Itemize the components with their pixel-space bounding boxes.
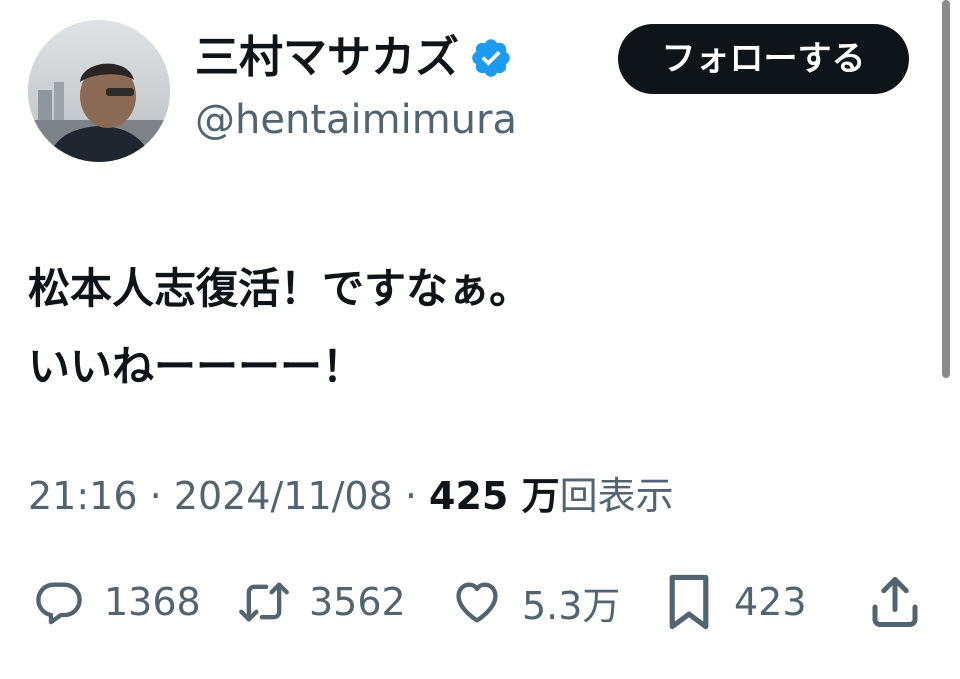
tweet-text: 松本人志復活！ですなぁ。 いいねーーーー！ <box>28 250 531 406</box>
meta-separator: · <box>137 474 174 518</box>
like-icon <box>456 582 498 623</box>
views-label: 回表示 <box>559 474 674 518</box>
tweet-time[interactable]: 21:16 <box>28 474 138 518</box>
repost-count: 3562 <box>309 580 406 624</box>
share-button[interactable] <box>864 570 926 634</box>
bookmark-button[interactable]: 423 <box>658 570 807 634</box>
bookmark-count: 423 <box>734 580 807 624</box>
share-icon <box>872 577 918 627</box>
display-name-text: 三村マサカズ <box>195 32 459 83</box>
tweet-line: 松本人志復活！ですなぁ。 <box>28 264 532 313</box>
display-name[interactable]: 三村マサカズ <box>195 30 513 86</box>
repost-icon <box>239 582 289 622</box>
avatar[interactable] <box>28 20 170 162</box>
tweet-meta: 21:16 · 2024/11/08 · 425 万回表示 <box>28 470 674 522</box>
scrollbar[interactable] <box>942 0 950 378</box>
tweet-date[interactable]: 2024/11/08 <box>174 474 393 518</box>
tweet-line: いいねーーーー！ <box>28 342 365 391</box>
avatar-image <box>28 20 170 162</box>
bookmark-icon <box>669 574 709 630</box>
reply-icon <box>36 582 82 625</box>
reply-count: 1368 <box>104 580 201 624</box>
like-count: 5.3万 <box>522 583 621 628</box>
user-handle[interactable]: @hentaimimura <box>195 95 517 145</box>
meta-separator: · <box>392 474 430 518</box>
tweet-card: 三村マサカズ @hentaimimura フォローする 松本人志復活！ですなぁ。… <box>0 0 960 679</box>
repost-button[interactable]: 3562 <box>233 570 406 634</box>
views-count: 425 万 <box>429 474 560 518</box>
like-button[interactable]: 5.3万 <box>446 570 620 634</box>
follow-button[interactable]: フォローする <box>618 24 909 94</box>
reply-button[interactable]: 1368 <box>28 570 201 634</box>
verified-badge-icon <box>469 36 513 80</box>
